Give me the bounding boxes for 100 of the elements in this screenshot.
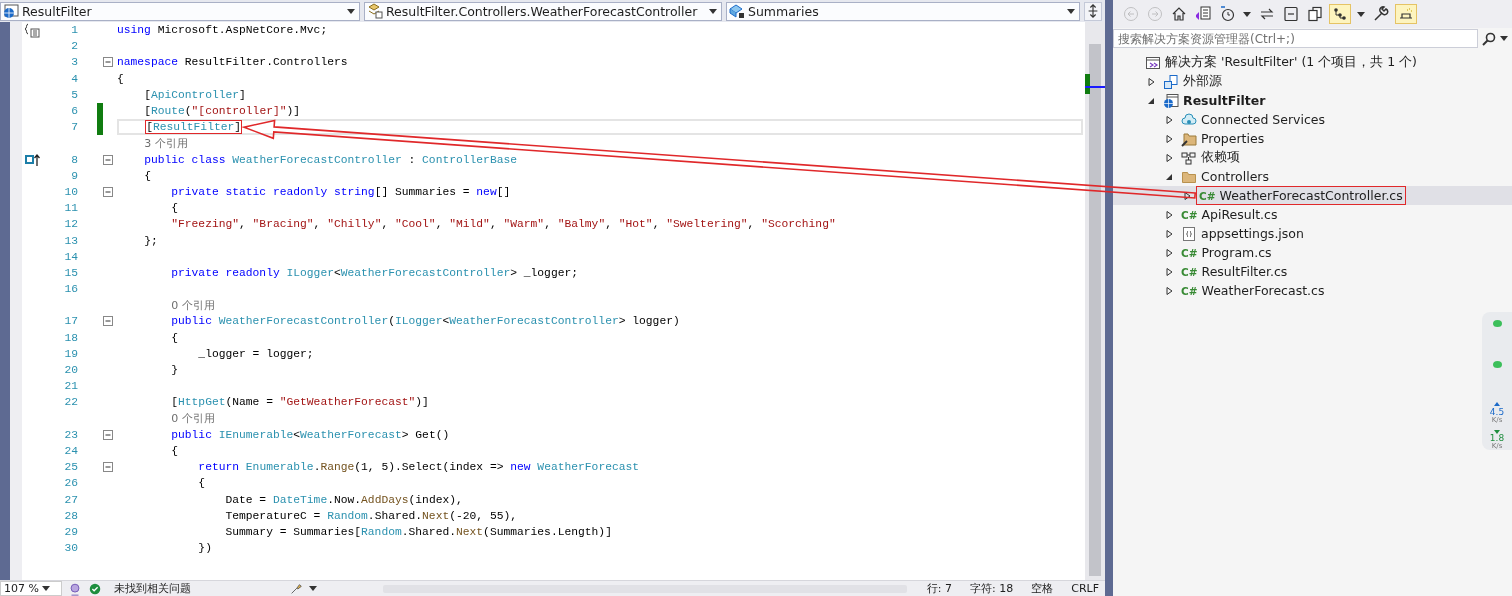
collapsed-arrow-icon[interactable] (1164, 247, 1174, 258)
scrollbar[interactable] (1085, 22, 1105, 580)
tree-item-label: WeatherForecast.cs (1201, 283, 1325, 298)
tree-item[interactable]: C# Program.cs (1113, 243, 1512, 262)
file-type-label: C# (1181, 208, 1198, 221)
code-line: Summary = Summaries[Random.Shared.Next(Summaries.Length)] (225, 525, 612, 538)
split-button[interactable] (1084, 1, 1102, 21)
reference-count[interactable]: 0 个引用 (171, 411, 215, 427)
tree-item[interactable]: Connected Services (1113, 110, 1512, 129)
collapse-icon[interactable] (103, 429, 113, 440)
line-ending[interactable]: CRLF (1065, 582, 1105, 595)
tree-item-label: 解决方案 'ResultFilter' (1 个项目，共 1 个) (1165, 54, 1417, 71)
indent-mode[interactable]: 空格 (1025, 581, 1060, 596)
line-number: 5 (70, 88, 78, 101)
folder-wrench-icon (1181, 130, 1197, 147)
code-line: { (198, 477, 206, 490)
line-number: 8 (70, 153, 78, 166)
copy-icon (1307, 6, 1323, 22)
tree-item[interactable]: C# WeatherForecast.cs (1113, 281, 1512, 300)
line-number: 17 (63, 315, 78, 328)
collapsed-arrow-icon[interactable] (1164, 152, 1174, 163)
line-number: 15 (63, 266, 78, 279)
line-number: 9 (70, 169, 78, 182)
tree-item[interactable]: 依赖项 (1113, 148, 1512, 167)
code-line: } (171, 364, 178, 377)
tree-item[interactable]: 外部源 (1113, 72, 1512, 91)
back-icon (1123, 6, 1139, 22)
collapsed-arrow-icon[interactable] (1164, 228, 1174, 239)
switch-views-icon (1195, 6, 1211, 22)
solution-icon (1145, 54, 1161, 71)
tree-item-label: 外部源 (1183, 73, 1222, 90)
tree-item[interactable]: C# ResultFilter.cs (1113, 262, 1512, 281)
line-position[interactable]: 行: 7 (920, 581, 958, 596)
caret-icon[interactable] (1500, 36, 1508, 41)
json-file-icon (1181, 225, 1197, 242)
field-icon (729, 3, 745, 19)
caret-icon[interactable] (347, 8, 355, 14)
line-number: 1 (70, 24, 78, 37)
tree-item-label: Properties (1201, 131, 1265, 146)
file-type-label: C# (1199, 189, 1216, 202)
collapsed-arrow-icon[interactable] (1164, 114, 1174, 125)
caret-icon[interactable] (309, 586, 317, 591)
collapsed-arrow-icon[interactable] (1182, 190, 1192, 201)
highlighted-code: [ResultFilter] (146, 121, 242, 134)
code-line: public class WeatherForecastController : ControllerBase (144, 153, 517, 166)
tree-item-label: ApiResult.cs (1201, 207, 1278, 222)
split-icon (1086, 3, 1100, 19)
type-dropdown[interactable]: ResultFilter.Controllers.WeatherForecastController (364, 1, 722, 21)
tree-item-label: Connected Services (1201, 112, 1325, 127)
tree-item-label: ResultFilter (1183, 93, 1266, 108)
code-line: return Enumerable.Range(1, 5).Select(index => new WeatherForecast (198, 461, 640, 474)
collapsed-arrow-icon[interactable] (1164, 133, 1174, 144)
line-number: 26 (63, 477, 78, 490)
line-number: 14 (63, 250, 78, 263)
line-number: 2 (70, 40, 78, 53)
caret-icon[interactable] (1243, 11, 1251, 17)
preview-icon (1398, 6, 1414, 22)
toolbar-button[interactable] (1305, 4, 1325, 24)
collapse-icon[interactable] (103, 462, 113, 473)
collapsed-arrow-icon[interactable] (1146, 76, 1156, 87)
code-line: { (171, 444, 178, 457)
issues-status[interactable]: 未找到相关问题 (108, 581, 197, 596)
tree-item[interactable]: ResultFilter (1113, 91, 1512, 110)
tree-item[interactable]: appsettings.json (1113, 224, 1512, 243)
collapse-icon[interactable] (103, 316, 113, 327)
tree-item[interactable]: 解决方案 'ResultFilter' (1 个项目，共 1 个) (1113, 53, 1512, 72)
class-icon (367, 3, 383, 19)
tree-item[interactable]: Controllers (1113, 167, 1512, 186)
column-position[interactable]: 字符: 18 (964, 581, 1020, 596)
code-line: Date = DateTime.Now.AddDays(index), (225, 493, 463, 506)
collapsed-arrow-icon[interactable] (1164, 266, 1174, 277)
tree-item[interactable]: Properties (1113, 129, 1512, 148)
tree-item-label: WeatherForecastController.cs (1219, 188, 1403, 203)
line-number: 7 (70, 121, 78, 134)
tree-item[interactable]: C# WeatherForecastController.cs (1113, 186, 1512, 205)
toolbar-button[interactable] (1281, 4, 1301, 24)
code-line: _logger = logger; (198, 347, 314, 360)
caret-icon[interactable] (1357, 11, 1365, 17)
reference-count[interactable]: 3 个引用 (144, 135, 188, 151)
search-field[interactable]: 搜索解决方案资源管理器(Ctrl+;) (1113, 29, 1478, 48)
caret-icon[interactable] (1067, 8, 1075, 14)
collapsed-arrow-icon[interactable] (1164, 285, 1174, 296)
collapsed-arrow-icon[interactable] (1164, 209, 1174, 220)
project-dropdown[interactable]: ResultFilter (0, 1, 360, 21)
braces-icon (24, 22, 40, 39)
speed-value: 1.8 (1489, 434, 1505, 443)
scroll-thumb[interactable] (1089, 44, 1101, 576)
collapse-icon[interactable] (103, 57, 113, 68)
file-type-label: C# (1181, 246, 1198, 259)
zoom-dropdown[interactable]: 107 % (0, 581, 62, 596)
tree-item[interactable]: C# ApiResult.cs (1113, 205, 1512, 224)
toolbar-button[interactable] (1329, 4, 1351, 24)
collapse-icon[interactable] (103, 154, 113, 165)
collapse-icon[interactable] (103, 186, 113, 197)
status-dot (1492, 320, 1502, 327)
caret-icon[interactable] (709, 8, 717, 14)
member-dropdown[interactable]: Summaries (726, 1, 1080, 21)
code-line: }; (144, 234, 158, 247)
caret-icon[interactable] (41, 586, 50, 591)
reference-count[interactable]: 0 个引用 (171, 297, 215, 313)
